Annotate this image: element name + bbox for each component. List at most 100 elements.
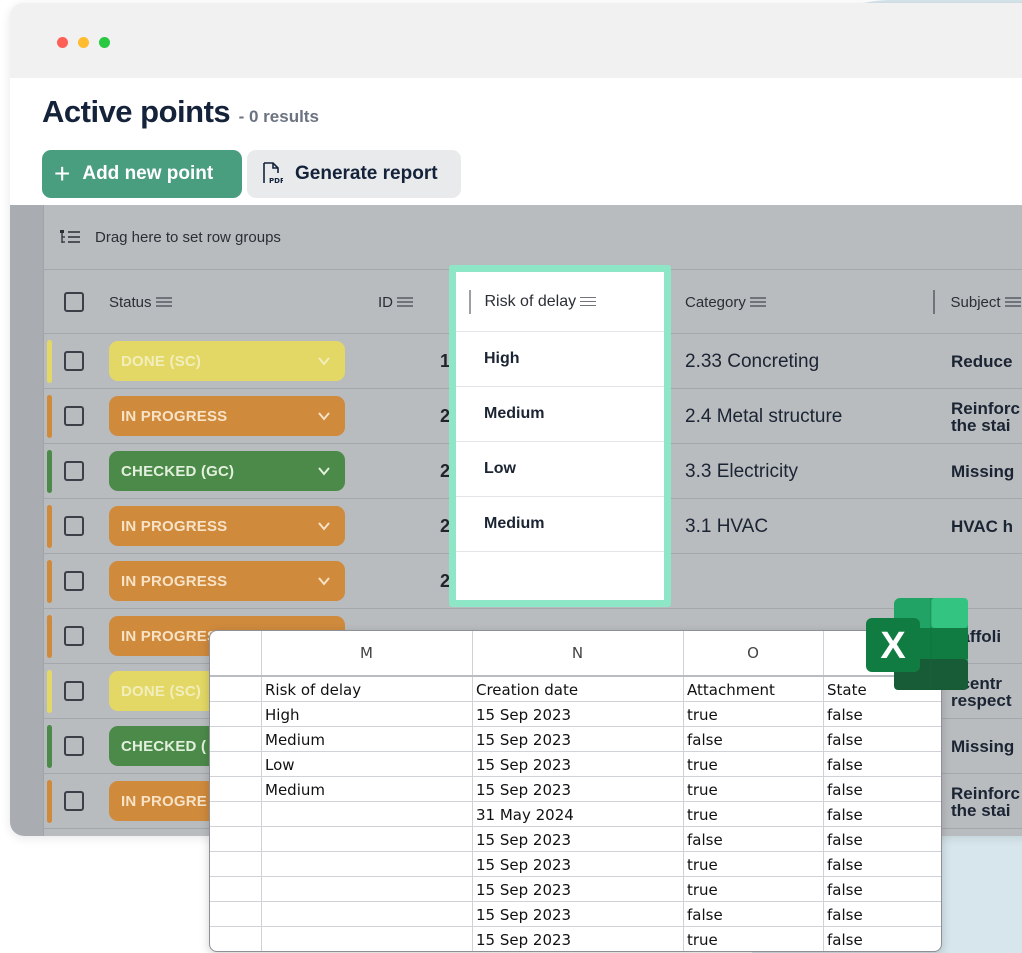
sheet-cell[interactable]: 15 Sep 2023 [472, 852, 683, 877]
sheet-cell[interactable]: true [683, 852, 823, 877]
status-dropdown[interactable]: IN PROGRESS [109, 561, 345, 601]
risk-cell[interactable]: Medium [456, 497, 664, 552]
status-dropdown[interactable]: IN PROGRESS [109, 396, 345, 436]
sheet-cell[interactable] [261, 902, 472, 927]
row-checkbox[interactable] [64, 351, 84, 371]
column-header-id[interactable]: ID [378, 270, 413, 334]
sheet-column-letter[interactable]: N [472, 631, 683, 675]
sheet-cell[interactable]: 15 Sep 2023 [472, 727, 683, 752]
row-checkbox[interactable] [64, 516, 84, 536]
sheet-cell[interactable] [261, 827, 472, 852]
risk-cell[interactable]: High [456, 332, 664, 387]
status-dropdown[interactable]: IN PROGRESS [109, 506, 345, 546]
sheet-cell[interactable]: false [823, 827, 941, 852]
status-indicator-bar [47, 450, 52, 493]
sheet-cell[interactable]: 31 May 2024 [472, 802, 683, 827]
status-label: DONE (SC) [121, 352, 202, 370]
sheet-cell[interactable]: 15 Sep 2023 [472, 777, 683, 802]
sheet-column-letter[interactable]: M [261, 631, 472, 675]
sheet-cell[interactable]: false [823, 927, 941, 951]
sheet-cell[interactable]: 15 Sep 2023 [472, 702, 683, 727]
sheet-header-cell[interactable]: Attachment [683, 677, 823, 702]
risk-cell[interactable] [456, 552, 664, 607]
row-checkbox[interactable] [64, 626, 84, 646]
maximize-window-button[interactable] [99, 37, 110, 48]
sheet-cell[interactable]: 15 Sep 2023 [472, 752, 683, 777]
sheet-column-letter[interactable]: O [683, 631, 823, 675]
sheet-cell[interactable]: 15 Sep 2023 [472, 927, 683, 951]
sheet-header-cell[interactable]: Risk of delay [261, 677, 472, 702]
row-checkbox[interactable] [64, 406, 84, 426]
sheet-cell[interactable]: false [683, 827, 823, 852]
column-menu-icon[interactable] [580, 296, 597, 308]
column-header-status[interactable]: Status [109, 270, 172, 334]
sheet-cell[interactable]: Low [261, 752, 472, 777]
page-title: Active points [42, 94, 231, 129]
sheet-cell[interactable]: true [683, 802, 823, 827]
status-label: CHECKED ( [121, 737, 207, 755]
result-count: - 0 results [238, 107, 319, 126]
chevron-down-icon [318, 522, 330, 531]
sheet-cell[interactable]: false [823, 752, 941, 777]
sheet-cell[interactable]: true [683, 877, 823, 902]
sheet-cell[interactable]: false [823, 902, 941, 927]
sheet-cell[interactable]: 15 Sep 2023 [472, 877, 683, 902]
close-window-button[interactable] [57, 37, 68, 48]
sheet-cell[interactable]: true [683, 927, 823, 951]
column-menu-icon[interactable] [1004, 296, 1021, 308]
sheet-cell[interactable]: false [823, 802, 941, 827]
sheet-cell[interactable]: false [823, 877, 941, 902]
sheet-cell[interactable]: Medium [261, 727, 472, 752]
column-menu-icon[interactable] [397, 296, 413, 308]
status-indicator-bar [47, 395, 52, 438]
chevron-down-icon [318, 412, 330, 421]
status-dropdown[interactable]: CHECKED (GC) [109, 451, 345, 491]
row-checkbox[interactable] [64, 681, 84, 701]
column-header-status-label: Status [109, 293, 152, 311]
sheet-cell[interactable]: true [683, 702, 823, 727]
row-checkbox[interactable] [64, 791, 84, 811]
sheet-cell[interactable] [261, 852, 472, 877]
row-checkbox[interactable] [64, 461, 84, 481]
column-header-risk[interactable]: Risk of delay [456, 272, 664, 332]
sheet-cell[interactable]: true [683, 752, 823, 777]
column-header-subject[interactable]: Subject [933, 270, 1021, 334]
status-label: IN PROGRES [121, 627, 218, 645]
sheet-cell[interactable]: true [683, 777, 823, 802]
column-menu-icon[interactable] [749, 296, 766, 308]
excel-letter: X [880, 625, 906, 667]
sheet-cell[interactable]: false [823, 852, 941, 877]
sheet-cell[interactable]: false [823, 727, 941, 752]
row-checkbox[interactable] [64, 571, 84, 591]
sheet-header-cell[interactable]: Creation date [472, 677, 683, 702]
sheet-cell[interactable]: 15 Sep 2023 [472, 902, 683, 927]
status-label: IN PROGRESS [121, 517, 228, 535]
sheet-cell[interactable]: false [823, 777, 941, 802]
column-menu-icon[interactable] [155, 296, 172, 308]
row-subject-line: Reduce [951, 352, 1013, 371]
sheet-cell[interactable] [261, 927, 472, 951]
sheet-cell[interactable] [261, 877, 472, 902]
status-indicator-bar [47, 560, 52, 603]
status-dropdown[interactable]: DONE (SC) [109, 341, 345, 381]
row-subject: Missing [951, 719, 1014, 774]
sheet-cell[interactable]: Medium [261, 777, 472, 802]
row-subject: HVAC h [951, 499, 1013, 554]
sheet-cell[interactable]: false [683, 902, 823, 927]
sheet-cell[interactable]: false [683, 727, 823, 752]
row-subject: Reinforc the stai [951, 389, 1020, 444]
column-header-category[interactable]: Category [685, 270, 766, 334]
risk-cell[interactable]: Low [456, 442, 664, 497]
generate-report-button[interactable]: PDF Generate report [247, 150, 461, 198]
risk-cell[interactable]: Medium [456, 387, 664, 442]
sheet-cell[interactable]: 15 Sep 2023 [472, 827, 683, 852]
add-new-point-button[interactable]: + Add new point [42, 150, 242, 198]
page: Active points - 0 results + Add new poin… [0, 0, 1022, 953]
sheet-cell[interactable]: High [261, 702, 472, 727]
minimize-window-button[interactable] [78, 37, 89, 48]
sheet-cell[interactable] [261, 802, 472, 827]
row-group-panel[interactable]: Drag here to set row groups [43, 205, 1022, 270]
select-all-checkbox[interactable] [64, 292, 84, 312]
sheet-cell[interactable]: false [823, 702, 941, 727]
row-checkbox[interactable] [64, 736, 84, 756]
